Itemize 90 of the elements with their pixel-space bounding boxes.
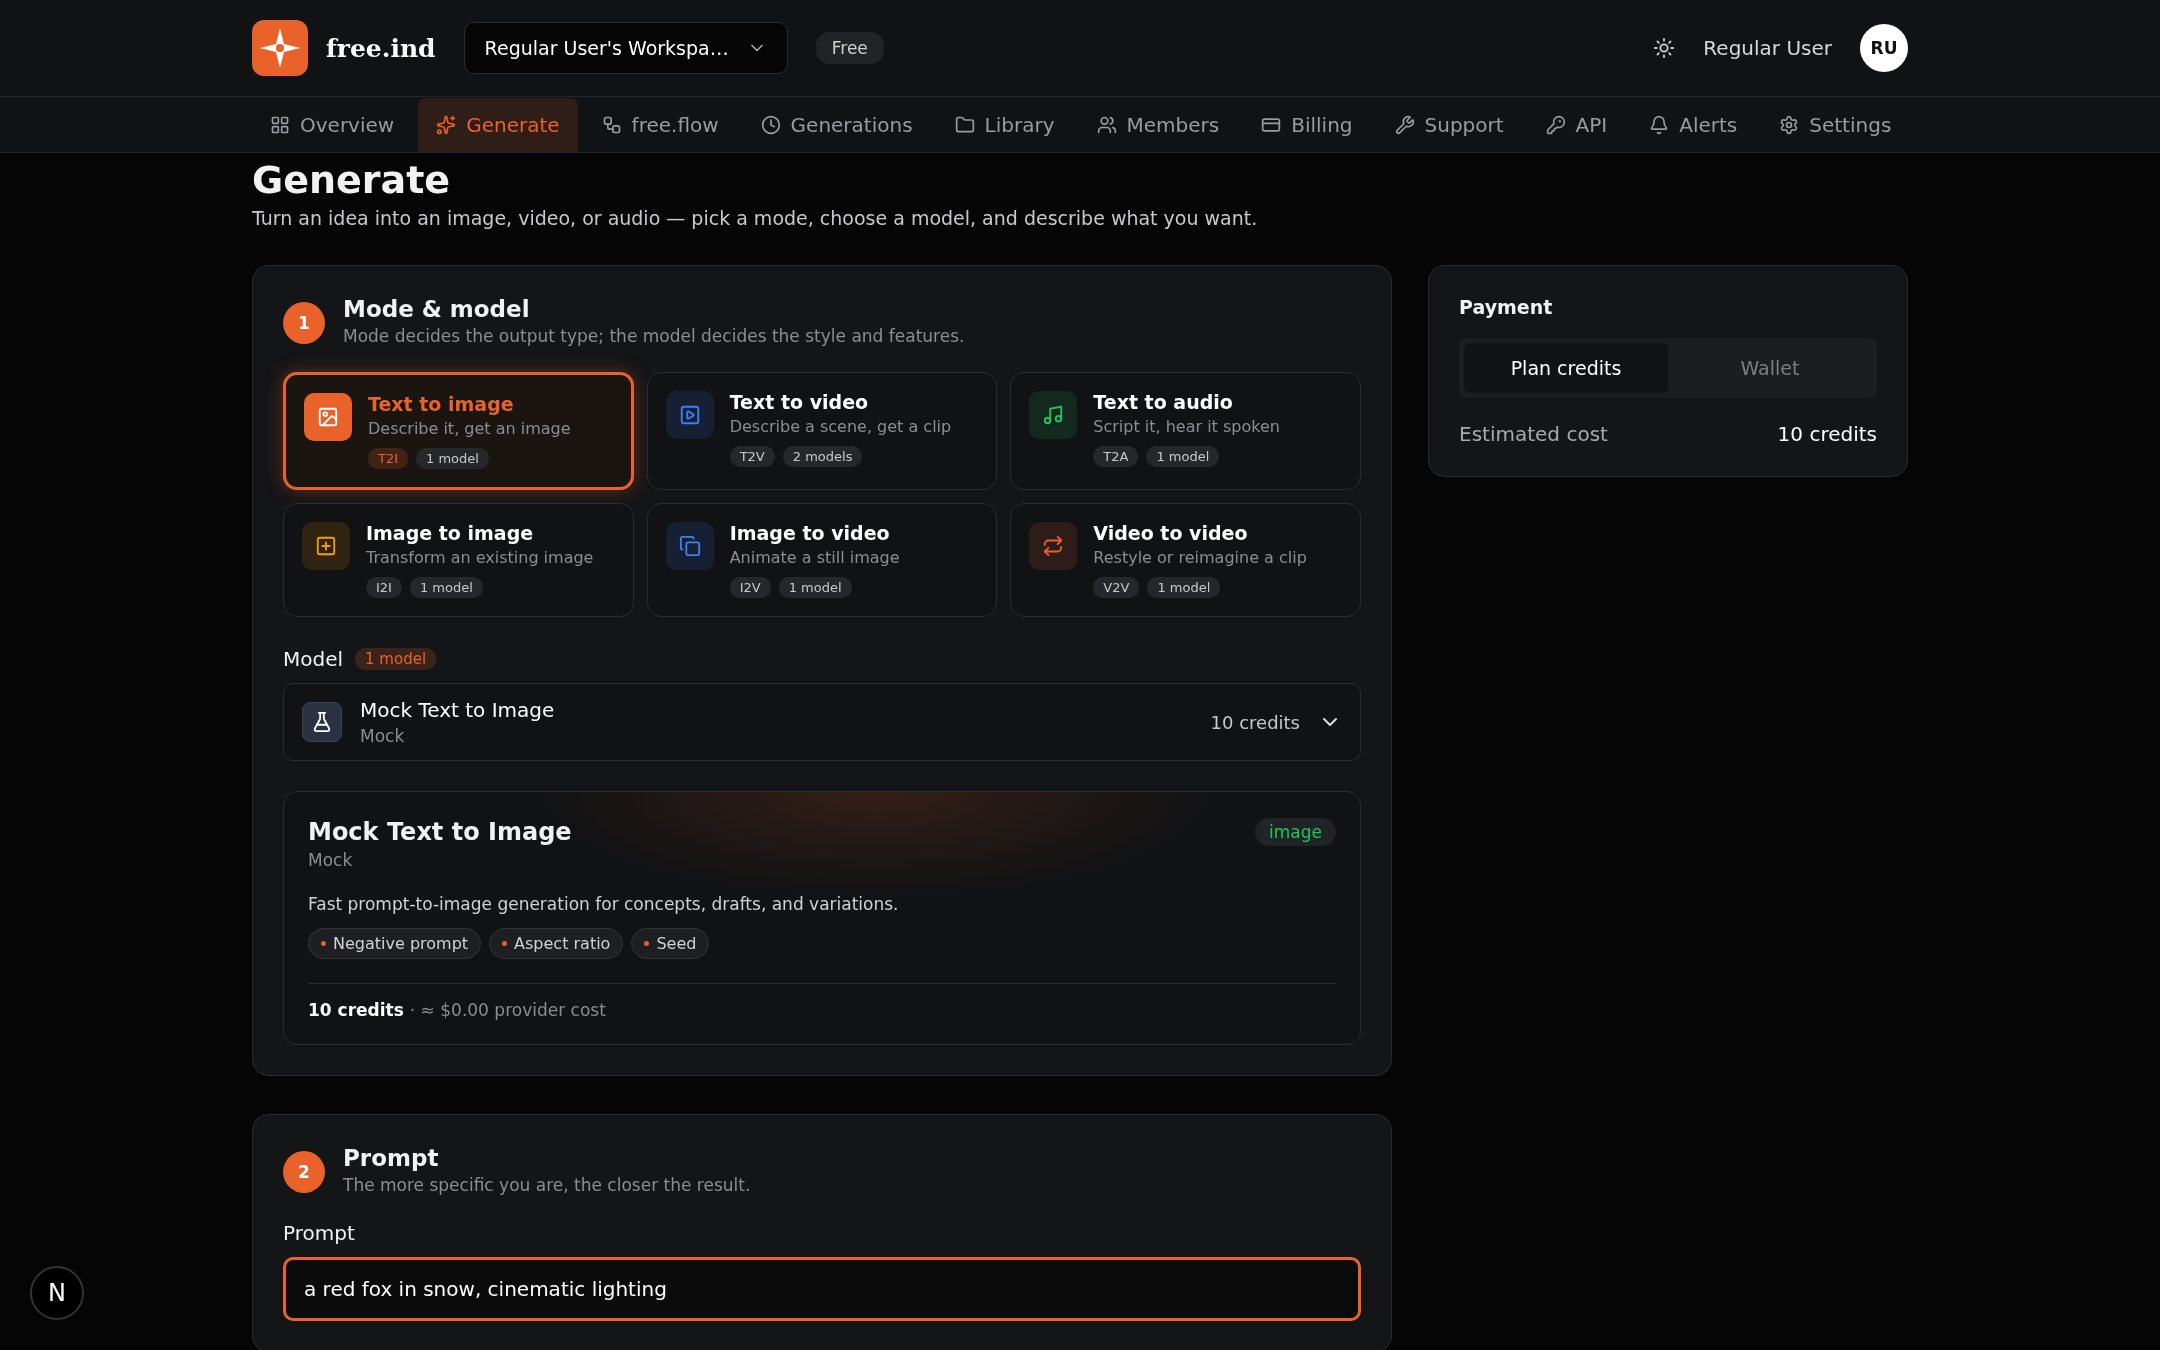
nav-tab[interactable]: free.flow <box>583 97 737 152</box>
credit-cost: 10 credits <box>308 1000 404 1020</box>
key-icon <box>1545 114 1566 135</box>
mode-description: Describe it, get an image <box>368 419 571 438</box>
bell-icon <box>1649 114 1670 135</box>
payment-option[interactable]: Plan credits <box>1464 343 1668 393</box>
users-icon <box>1096 114 1117 135</box>
model-cost: 10 credits <box>1210 711 1300 733</box>
mode-option[interactable]: Image to video Animate a still image I2V 1 model <box>646 503 998 617</box>
model-details-provider: Mock <box>308 850 354 870</box>
plan-badge: Free <box>815 32 884 64</box>
nav-tab[interactable]: Billing <box>1243 97 1371 152</box>
workspace-dropdown[interactable]: Regular User's Workspa… <box>463 22 788 74</box>
mode-description: Script it, hear it spoken <box>1093 417 1280 436</box>
nav-tab[interactable]: Library <box>936 97 1073 152</box>
feature-chip: Aspect ratio <box>489 928 624 959</box>
estimate-value: 10 credits <box>1777 422 1877 446</box>
section-subtitle: Mode decides the output type; the model decides the style and features. <box>343 326 965 346</box>
mode-option[interactable]: Text to video Describe a scene, get a clip T2V 2 models <box>646 372 998 490</box>
nav-tab[interactable]: Support <box>1376 97 1522 152</box>
mode-description: Describe a scene, get a clip <box>729 417 952 436</box>
payment-option[interactable]: Wallet <box>1668 343 1872 393</box>
mode-code-tag: I2I <box>366 577 402 598</box>
nav-tab[interactable]: Alerts <box>1631 97 1756 152</box>
prompt-label: Prompt <box>283 1221 356 1245</box>
mode-option[interactable]: Text to audio Script it, hear it spoken T2A 1 model <box>1010 372 1361 490</box>
feature-chip: Seed <box>631 928 710 959</box>
mode-code-tag: T2A <box>1093 446 1139 467</box>
dev-tools-button[interactable]: N <box>30 1266 84 1320</box>
model-details-title: Mock Text to Image <box>308 818 572 846</box>
model-count-tag: 1 model <box>1146 446 1220 467</box>
theme-toggle-icon[interactable] <box>1653 37 1676 59</box>
mode-title: Image to image <box>366 522 535 544</box>
settings-icon <box>1779 114 1800 135</box>
mode-title: Text to audio <box>1093 391 1234 413</box>
flow-icon <box>601 114 622 135</box>
mode-title: Image to video <box>729 522 891 544</box>
page-subtitle: Turn an idea into an image, video, or audio — pick a mode, choose a model, and describe what you want. <box>252 207 1259 229</box>
step-number: 1 <box>283 302 325 344</box>
nav-tab[interactable]: Settings <box>1761 97 1910 152</box>
model-select[interactable]: Mock Text to Image Mock 10 credits <box>283 683 1361 761</box>
model-count-tag: 1 model <box>416 448 489 469</box>
avatar[interactable]: RU <box>1860 24 1908 72</box>
mode-option[interactable]: Image to image Transform an existing image I2I 1 model <box>283 503 634 617</box>
nav-tab[interactable]: Generate <box>418 97 578 152</box>
mode-code-tag: T2V <box>729 446 775 467</box>
output-type-badge: image <box>1255 818 1336 846</box>
model-label: Model <box>283 647 344 671</box>
sparkles-icon <box>436 114 457 135</box>
folder-icon <box>954 114 975 135</box>
section-title: Prompt <box>343 1145 440 1171</box>
model-name: Mock Text to Image <box>360 698 556 722</box>
model-count-badge: 1 model <box>355 648 437 670</box>
nav-tab[interactable]: Overview <box>252 97 413 152</box>
mode-description: Animate a still image <box>729 548 900 567</box>
model-count-tag: 2 models <box>782 446 863 467</box>
feature-chip: Negative prompt <box>308 928 482 959</box>
mode-code-tag: T2I <box>368 448 409 469</box>
clock-icon <box>760 114 781 135</box>
section-subtitle: The more specific you are, the closer the result. <box>343 1175 751 1195</box>
model-provider: Mock <box>360 726 406 746</box>
nav-tab[interactable]: API <box>1527 97 1626 152</box>
mode-code-tag: V2V <box>1093 577 1140 598</box>
step-number: 2 <box>283 1151 325 1193</box>
mode-title: Text to video <box>729 391 870 413</box>
model-count-tag: 1 model <box>409 577 483 598</box>
prompt-field[interactable]: a red fox in snow, cinematic lighting <box>283 1257 1361 1321</box>
model-count-tag: 1 model <box>1147 577 1221 598</box>
page-title: Generate <box>252 157 452 203</box>
model-count-tag: 1 model <box>778 577 852 598</box>
nav-tab[interactable]: Members <box>1078 97 1238 152</box>
logo-icon <box>252 20 308 76</box>
mode-title: Text to image <box>368 393 515 415</box>
mode-title: Video to video <box>1093 522 1249 544</box>
wrench-icon <box>1394 114 1415 135</box>
model-description: Fast prompt-to-image generation for concepts, drafts, and variations. <box>308 894 900 914</box>
mode-description: Transform an existing image <box>366 548 594 567</box>
payment-title: Payment <box>1459 296 1554 318</box>
brand-name: free.ind <box>326 33 436 63</box>
nav-tab[interactable]: Generations <box>742 97 931 152</box>
mode-option[interactable]: Text to image Describe it, get an image T2I 1 model <box>283 372 634 490</box>
user-name: Regular User <box>1703 36 1832 60</box>
flask-icon <box>302 702 342 742</box>
mode-description: Restyle or reimagine a clip <box>1093 548 1307 567</box>
section-title: Mode & model <box>343 296 531 322</box>
grid-icon <box>270 114 290 135</box>
mode-code-tag: I2V <box>729 577 771 598</box>
mode-option[interactable]: Video to video Restyle or reimagine a clip V2V 1 model <box>1010 503 1361 617</box>
provider-cost: · ≈ $0.00 provider cost <box>409 1000 606 1020</box>
estimate-label: Estimated cost <box>1459 422 1608 446</box>
